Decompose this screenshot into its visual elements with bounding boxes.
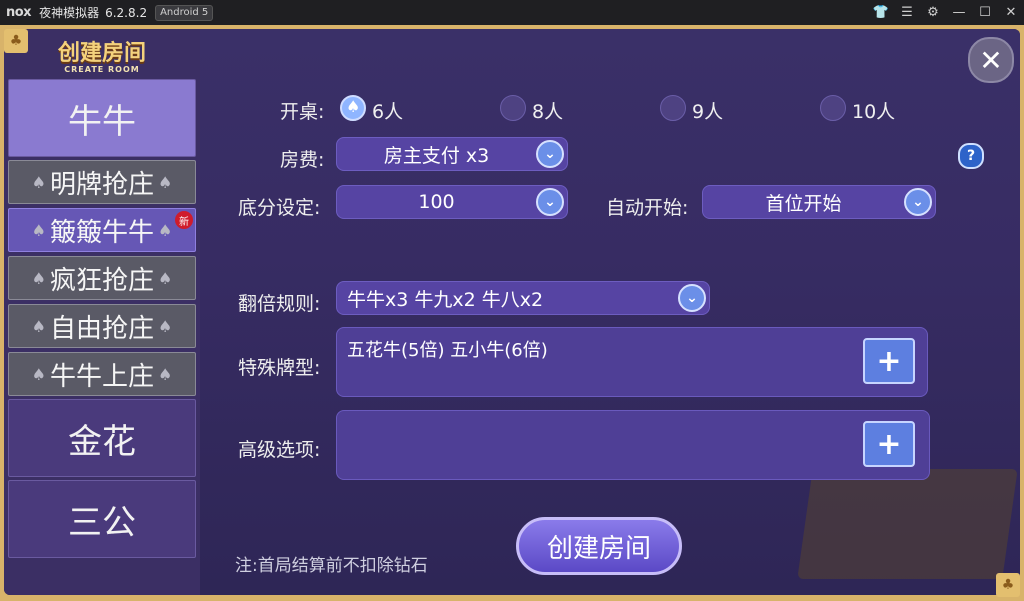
sidebar-item-label: 牛牛上庄 <box>49 361 154 392</box>
shirt-icon[interactable]: 👕 <box>868 5 894 20</box>
emulator-titlebar: nox 夜神模拟器 6.2.8.2 Android 5 👕 ☰ ⚙ — ☐ ✕ <box>0 0 1024 25</box>
menu-icon[interactable]: ☰ <box>894 5 920 20</box>
header-subtitle: CREATE ROOM <box>64 65 140 74</box>
new-badge: 新 <box>175 211 193 229</box>
multiplier-value: 牛牛x3 牛九x2 牛八x2 <box>347 288 544 311</box>
header-title: 创建房间 <box>57 41 146 66</box>
fee-dropdown[interactable]: 房主支付 x3 ⌄ <box>336 137 568 171</box>
sidebar-item-label: 疯狂抢庄 <box>49 265 154 296</box>
game-window: 创建房间 CREATE ROOM 牛牛 ♠ 明牌抢庄 ♠ ♠ 簸簸牛牛 ♠ 新 … <box>4 29 1020 595</box>
radio-8-players[interactable] <box>500 95 526 121</box>
settings-icon[interactable]: ⚙ <box>920 5 946 20</box>
base-score-dropdown[interactable]: 100 ⌄ <box>336 185 568 219</box>
diamond-note: 注:首局结算前不扣除钻石 <box>235 556 428 576</box>
top-left-corner-ornament: ♣ <box>4 29 28 53</box>
radio-10-label: 10人 <box>852 101 896 123</box>
game-sidebar: 创建房间 CREATE ROOM 牛牛 ♠ 明牌抢庄 ♠ ♠ 簸簸牛牛 ♠ 新 … <box>4 29 200 595</box>
multiplier-label: 翻倍规则: <box>238 293 321 315</box>
add-special-button[interactable]: + <box>863 338 915 384</box>
chevron-down-icon[interactable]: ⌄ <box>904 188 932 216</box>
chevron-down-icon[interactable]: ⌄ <box>536 140 564 168</box>
advanced-label: 高级选项: <box>238 439 321 461</box>
chevron-down-icon[interactable]: ⌄ <box>536 188 564 216</box>
spade-icon: ♠ <box>31 268 46 288</box>
spade-icon: ♠ <box>158 172 173 192</box>
radio-6-players[interactable] <box>340 95 366 121</box>
android-badge: Android 5 <box>155 4 214 21</box>
app-title: 夜神模拟器 <box>39 6 100 20</box>
spade-icon: ♠ <box>31 172 46 192</box>
maximize-icon[interactable]: ☐ <box>972 5 998 20</box>
base-score-value: 100 <box>418 191 455 213</box>
sidebar-item-label: 金花 <box>68 421 136 462</box>
spade-icon: ♠ <box>158 364 173 384</box>
nox-logo: nox <box>6 5 32 20</box>
advanced-options-box: + <box>336 410 930 480</box>
autostart-dropdown[interactable]: 首位开始 ⌄ <box>702 185 936 219</box>
app-version: 6.2.8.2 <box>105 5 148 20</box>
spade-icon: ♠ <box>158 220 173 240</box>
sidebar-item-jinhua[interactable]: 金花 <box>8 399 196 477</box>
create-room-button[interactable]: 创建房间 <box>516 517 682 575</box>
multiplier-dropdown[interactable]: 牛牛x3 牛九x2 牛八x2 ⌄ <box>336 281 710 315</box>
sidebar-item-label: 明牌抢庄 <box>49 169 154 200</box>
sidebar-item-bobo[interactable]: ♠ 簸簸牛牛 ♠ 新 <box>8 208 196 252</box>
radio-9-label: 9人 <box>692 101 724 123</box>
sidebar-item-label: 簸簸牛牛 <box>49 217 154 248</box>
base-score-label: 底分设定: <box>238 197 321 219</box>
autostart-label: 自动开始: <box>606 197 689 219</box>
create-room-header: 创建房间 CREATE ROOM <box>4 29 200 77</box>
radio-10-players[interactable] <box>820 95 846 121</box>
spade-icon: ♠ <box>31 364 46 384</box>
special-label: 特殊牌型: <box>238 357 321 379</box>
fee-label: 房费: <box>280 149 325 171</box>
sidebar-item-fengkuang[interactable]: ♠ 疯狂抢庄 ♠ <box>8 256 196 300</box>
close-icon[interactable]: ✕ <box>998 5 1024 20</box>
bottom-right-corner-ornament: ♣ <box>996 573 1020 597</box>
decorative-card-box <box>797 469 1018 579</box>
sidebar-item-mingpai[interactable]: ♠ 明牌抢庄 ♠ <box>8 160 196 204</box>
window-controls: 👕 ☰ ⚙ — ☐ ✕ <box>868 0 1024 25</box>
special-value: 五花牛(5倍) 五小牛(6倍) <box>347 340 548 361</box>
create-room-panel: ✕ 开桌: 6人 8人 9人 10人 房费: 房主支付 x3 ⌄ ? 底分设定:… <box>200 29 1020 595</box>
radio-8-label: 8人 <box>532 101 564 123</box>
add-advanced-button[interactable]: + <box>863 421 915 467</box>
radio-9-players[interactable] <box>660 95 686 121</box>
sidebar-item-label: 自由抢庄 <box>49 313 154 344</box>
game-frame: 创建房间 CREATE ROOM 牛牛 ♠ 明牌抢庄 ♠ ♠ 簸簸牛牛 ♠ 新 … <box>0 25 1024 601</box>
chevron-down-icon[interactable]: ⌄ <box>678 284 706 312</box>
fee-value: 房主支付 x3 <box>383 144 490 167</box>
table-label: 开桌: <box>280 101 325 123</box>
sidebar-item-shangzhuang[interactable]: ♠ 牛牛上庄 ♠ <box>8 352 196 396</box>
spade-icon: ♠ <box>158 268 173 288</box>
sidebar-item-ziyou[interactable]: ♠ 自由抢庄 ♠ <box>8 304 196 348</box>
sidebar-item-label: 牛牛 <box>68 101 136 142</box>
sidebar-item-label: 三公 <box>68 502 136 543</box>
special-card-box: 五花牛(5倍) 五小牛(6倍) + <box>336 327 928 397</box>
close-button[interactable]: ✕ <box>968 37 1014 83</box>
sidebar-item-sangong[interactable]: 三公 <box>8 480 196 558</box>
sidebar-item-niuniu[interactable]: 牛牛 <box>8 79 196 157</box>
spade-icon: ♠ <box>158 316 173 336</box>
help-button[interactable]: ? <box>958 143 984 169</box>
minimize-icon[interactable]: — <box>946 5 972 20</box>
autostart-value: 首位开始 <box>765 192 842 215</box>
radio-6-label: 6人 <box>372 101 404 123</box>
spade-icon: ♠ <box>31 316 46 336</box>
spade-icon: ♠ <box>31 220 46 240</box>
